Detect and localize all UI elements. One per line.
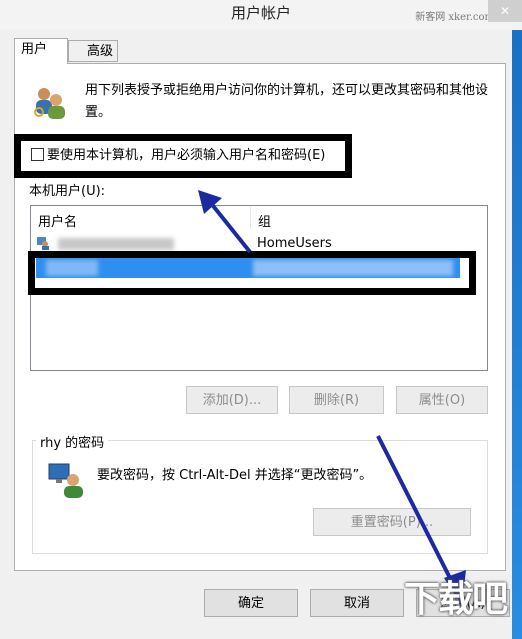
add-user-button[interactable]: 添加(D)...	[186, 386, 278, 414]
column-header-group[interactable]: 组	[258, 211, 271, 230]
cancel-button[interactable]: 取消	[310, 589, 404, 617]
column-separator	[250, 207, 251, 229]
delete-user-button[interactable]: 删除(R)	[289, 386, 384, 414]
annotation-highlight-box	[28, 251, 476, 295]
user-icon	[37, 237, 49, 250]
annotation-highlight-box	[14, 134, 352, 178]
user-row-group[interactable]: HomeUsers	[257, 236, 332, 251]
password-group-title: rhy 的密码	[36, 432, 109, 451]
reset-password-button[interactable]: 重置密码(P)...	[313, 508, 471, 536]
tab-users[interactable]: 用户	[14, 38, 68, 64]
intro-description: 用下列表授予或拒绝用户访问你的计算机，还可以更改其密码和其他设置。	[85, 83, 489, 120]
password-instructions: 要改密码，按 Ctrl-Alt-Del 并选择“更改密码”。	[97, 468, 373, 483]
column-header-username[interactable]: 用户名	[38, 211, 77, 230]
site-logo-watermark: 下载吧	[404, 579, 508, 620]
tab-advanced[interactable]: 高级	[68, 40, 118, 62]
user-row-name-redacted[interactable]	[58, 238, 174, 250]
users-keys-icon	[34, 88, 65, 119]
close-button[interactable]: ✕	[488, 0, 522, 22]
users-list-label: 本机用户(U):	[29, 184, 106, 199]
watermark-text: 新客网 xker.com	[415, 12, 494, 23]
ok-button[interactable]: 确定	[204, 589, 298, 617]
properties-button[interactable]: 属性(O)	[396, 386, 488, 414]
desktop-background-edge	[512, 30, 522, 639]
user-monitor-icon	[48, 463, 83, 498]
